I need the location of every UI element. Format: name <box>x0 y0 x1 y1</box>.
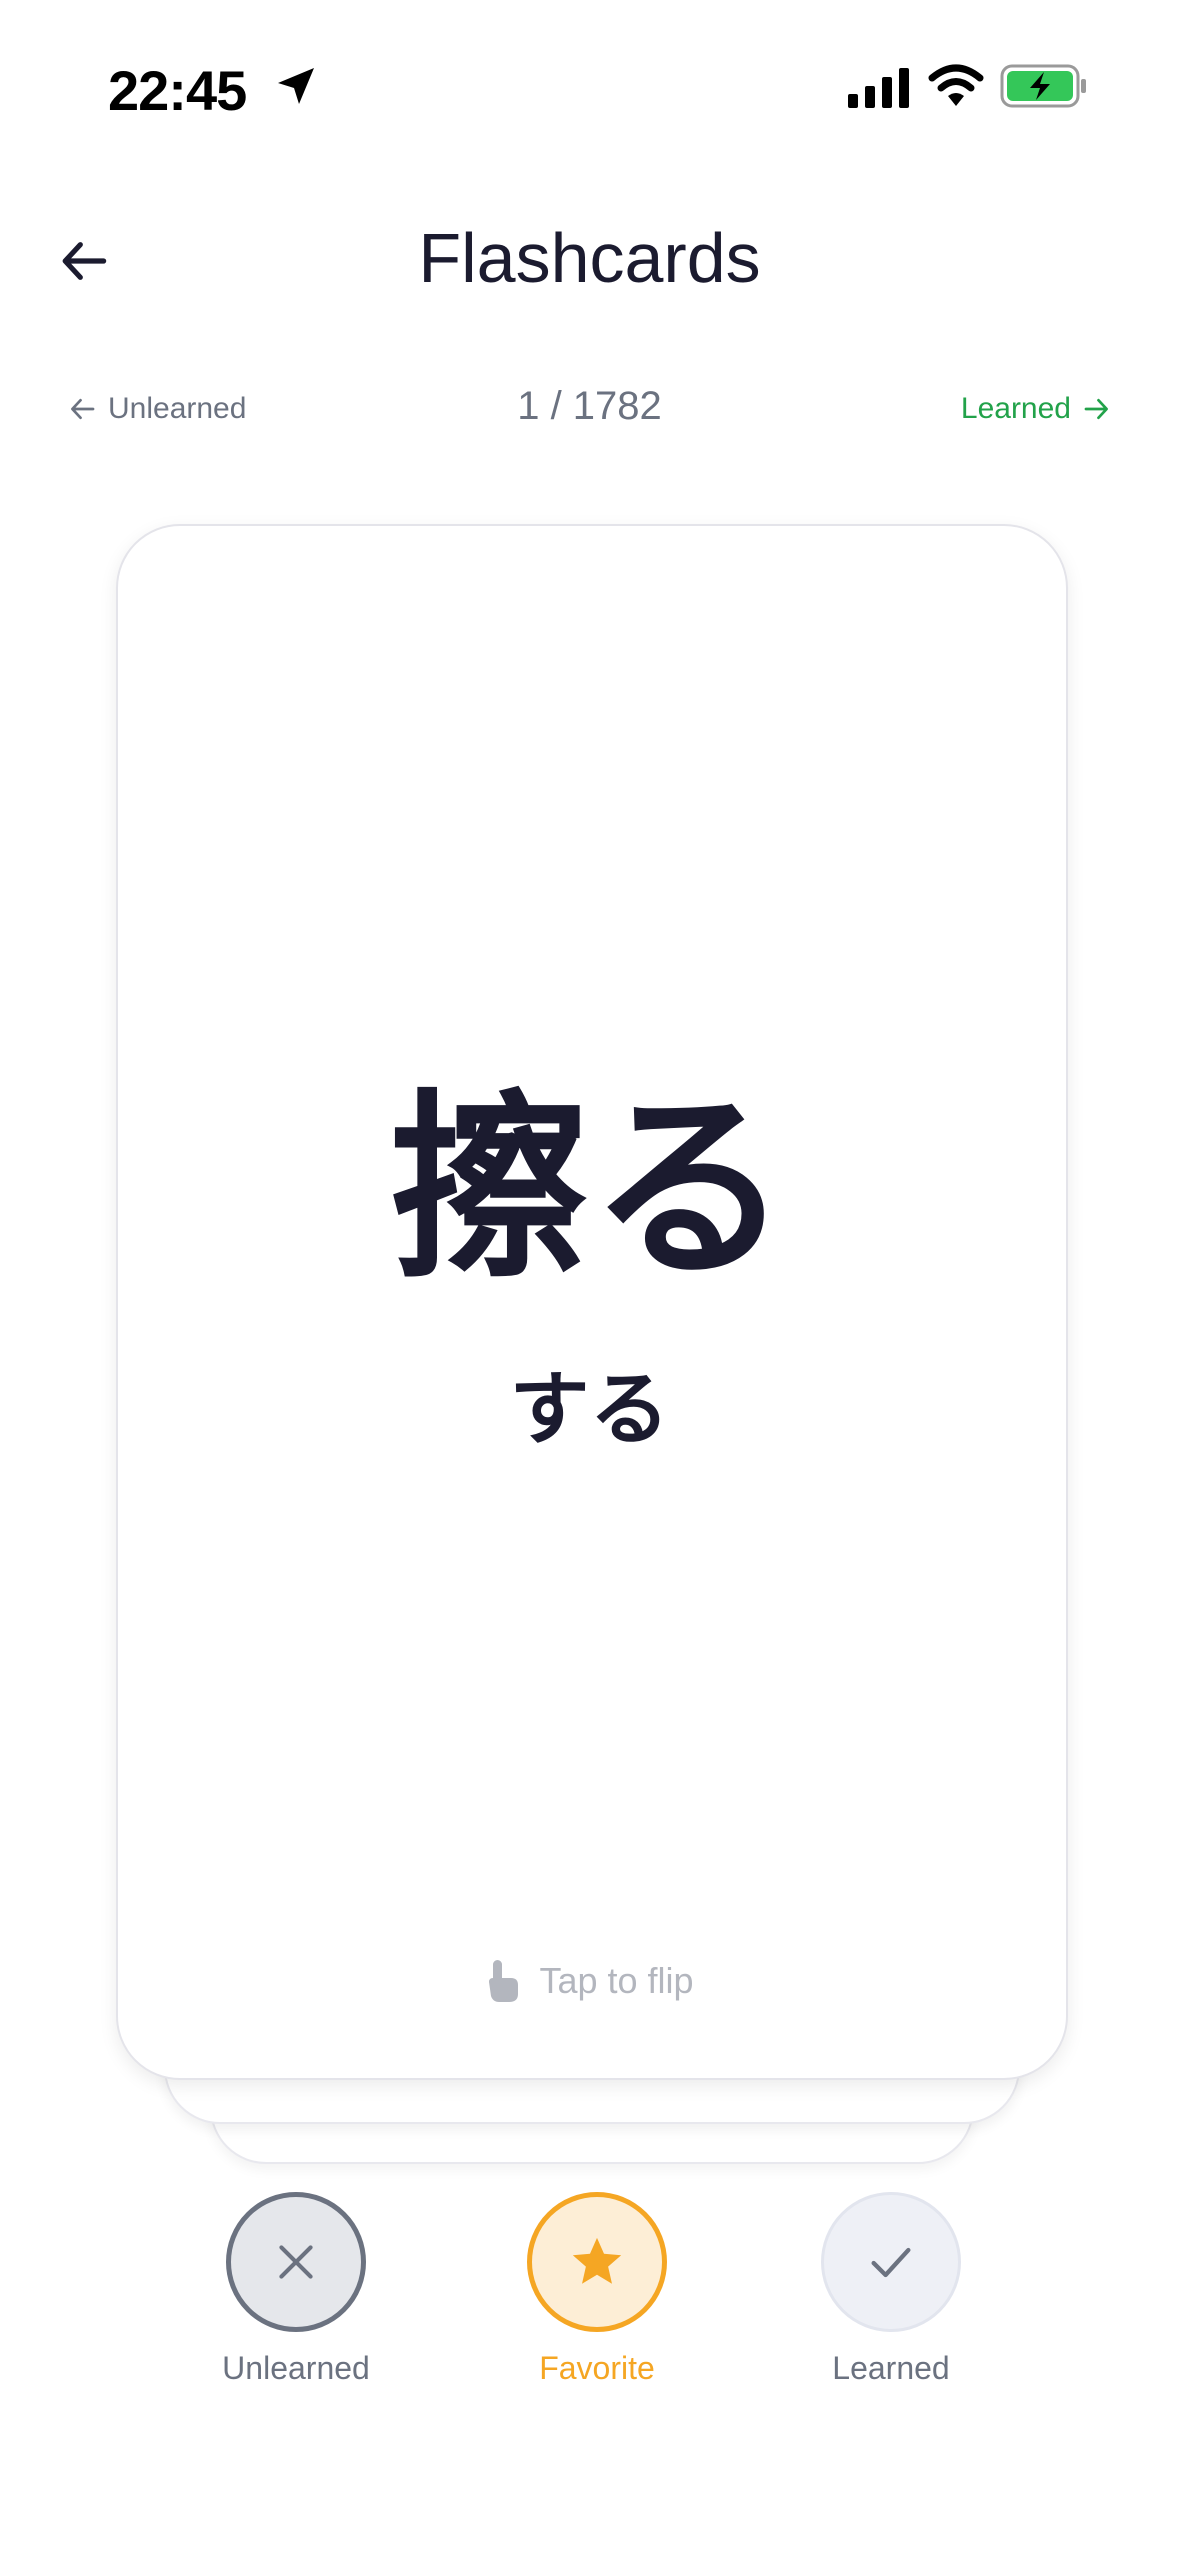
card-reading: する <box>509 1365 670 1454</box>
learned-circle[interactable] <box>821 2192 961 2332</box>
arrow-right-icon <box>1084 398 1108 420</box>
favorite-button[interactable]: Favorite <box>477 2192 717 2387</box>
page-title: Flashcards <box>418 219 761 297</box>
next-learned-link[interactable]: Learned <box>961 392 1111 426</box>
favorite-circle[interactable] <box>527 2192 667 2332</box>
unlearned-circle[interactable] <box>226 2192 366 2332</box>
cellular-signal-icon <box>848 68 909 108</box>
tap-to-flip-label: Tap to flip <box>539 1960 694 2001</box>
tap-to-flip-hint: Tap to flip <box>0 1958 1179 2004</box>
learned-label: Learned <box>832 2350 950 2386</box>
close-x-icon <box>279 2245 313 2279</box>
location-arrow-icon <box>278 68 314 104</box>
next-learned-label: Learned <box>960 392 1071 425</box>
wifi-icon <box>928 64 984 106</box>
flashcards-screen: 22:45 Flashcards Unlearned 1 / 1782 Lear… <box>0 0 1179 2556</box>
flashcard[interactable] <box>116 524 1068 2080</box>
mark-learned-button[interactable]: Learned <box>771 2192 1011 2387</box>
status-time: 22:45 <box>108 59 247 122</box>
mark-unlearned-button[interactable]: Unlearned <box>176 2192 416 2387</box>
tap-hand-icon <box>489 1960 519 2002</box>
battery-charging-icon <box>1000 64 1086 108</box>
favorite-label: Favorite <box>539 2350 655 2386</box>
star-icon <box>572 2237 622 2284</box>
checkmark-icon <box>871 2247 911 2278</box>
unlearned-label: Unlearned <box>222 2350 370 2386</box>
card-word: 擦る <box>389 1078 790 1301</box>
